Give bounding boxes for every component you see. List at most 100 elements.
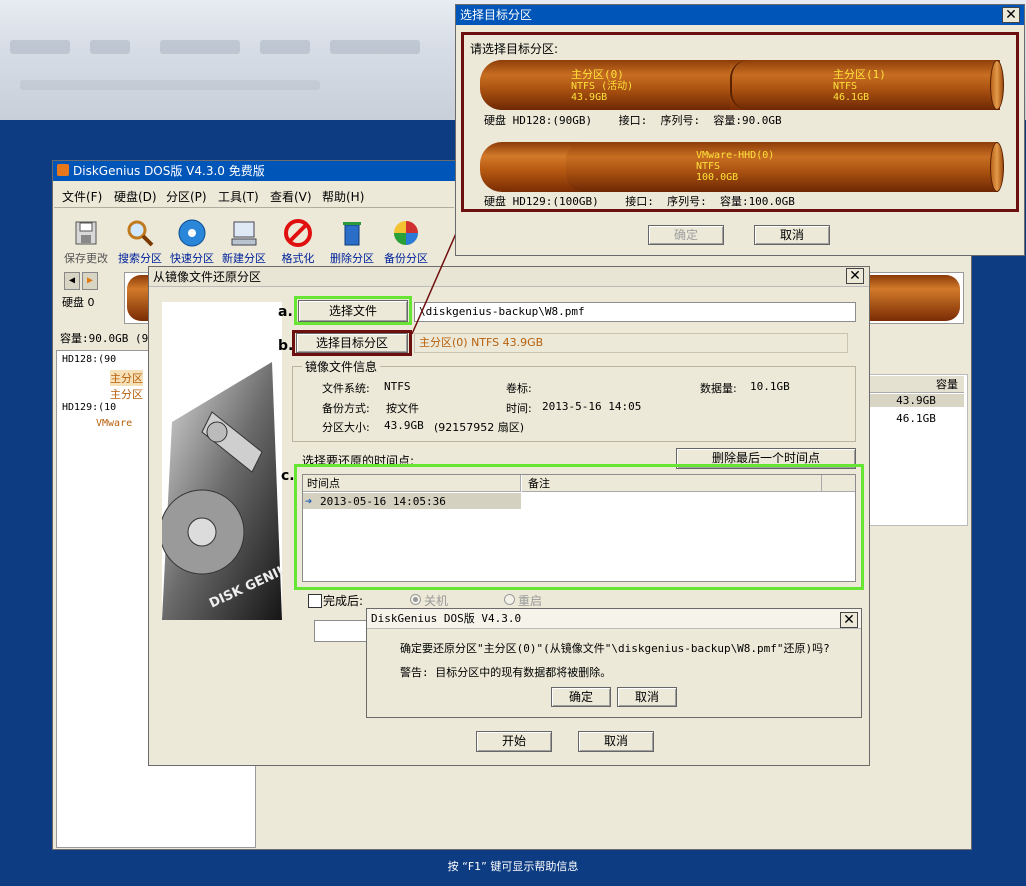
disk2-p0-fs: NTFS (696, 161, 721, 172)
restore-title: 从镜像文件还原分区 (153, 270, 262, 284)
disk2-cylinder-cap (990, 142, 1004, 192)
computer-icon (229, 218, 259, 248)
disk-cd-icon (177, 218, 207, 248)
sectors-value: (92157952 扇区) (434, 421, 525, 434)
menu-tools[interactable]: 工具(T) (218, 188, 259, 205)
tool-format-label: 格式化 (281, 252, 315, 265)
marker-c: c. (281, 468, 295, 484)
menu-help[interactable]: 帮助(H) (322, 188, 364, 205)
format-icon (283, 218, 313, 248)
confirm-cancel-button[interactable]: 取消 (617, 687, 677, 707)
after-done-checkbox[interactable] (308, 594, 322, 608)
file-path-field[interactable]: \diskgenius-backup\W8.pmf (414, 302, 856, 322)
image-info-group-title: 镜像文件信息 (302, 358, 381, 375)
table-header-capacity: 容量 (868, 376, 964, 393)
tool-search-label: 搜索分区 (118, 252, 162, 265)
data-size-label: 数据量: (700, 382, 737, 395)
tool-search-partition[interactable]: 搜索分区 (114, 218, 166, 266)
tool-format[interactable]: 格式化 (272, 218, 324, 266)
magnifier-icon (125, 218, 155, 248)
tool-new-label: 新建分区 (222, 252, 266, 265)
table-cap-0: 43.9GB (868, 394, 964, 407)
time-value: 2013-5-16 14:05 (542, 400, 642, 413)
confirm-message: 确定要还原分区"主分区(0)"(从镜像文件"\diskgenius-backup… (400, 642, 830, 655)
restore-close-button[interactable]: ✕ (846, 268, 864, 284)
data-size-value: 10.1GB (750, 380, 790, 393)
confirm-title: DiskGenius DOS版 V4.3.0 (371, 612, 522, 625)
diskgenius-art: DISK GENIUS (162, 302, 282, 620)
tool-save-label: 保存更改 (64, 252, 108, 265)
disk2-partition-0[interactable] (566, 142, 998, 192)
tool-delete-partition[interactable]: 删除分区 (326, 218, 378, 266)
backup-mode-value: 按文件 (386, 402, 419, 415)
confirm-dialog: DiskGenius DOS版 V4.3.0 (366, 608, 862, 718)
after-done-label: 完成后: (323, 594, 364, 608)
menu-view[interactable]: 查看(V) (270, 188, 312, 205)
disk1-cylinder-cap (990, 60, 1004, 110)
tree-hd128[interactable]: HD128:(90 (62, 354, 116, 365)
col-extra-header (822, 475, 855, 492)
col-note-header[interactable]: 备注 (522, 475, 822, 492)
disk1-p1-fs: NTFS (833, 81, 858, 92)
tool-save[interactable]: 保存更改 (60, 218, 112, 266)
select-file-button[interactable]: 选择文件 (298, 300, 408, 322)
table-cap-1: 46.1GB (896, 412, 936, 425)
restore-titlebar: 从镜像文件还原分区 (149, 267, 869, 287)
start-button[interactable]: 开始 (476, 731, 552, 752)
reboot-radio[interactable] (504, 594, 515, 605)
disk1-p0-fs: NTFS (活动) (571, 81, 634, 92)
hard-disk-image: DISK GENIUS (162, 362, 282, 620)
main-disk-label: 硬盘 0 (62, 296, 95, 309)
disk1-p0-size: 43.9GB (571, 92, 608, 103)
row-arrow-icon: ➔ (305, 494, 313, 508)
tree-hd129[interactable]: HD129:(10 (62, 402, 116, 413)
disk2-info: 硬盘 HD129:(100GB) 接口: 序列号: 容量:100.0GB (484, 195, 795, 208)
main-cyl-right (870, 275, 960, 321)
menu-partition[interactable]: 分区(P) (166, 188, 207, 205)
menu-disk[interactable]: 硬盘(D) (114, 188, 157, 205)
fs-label: 文件系统: (322, 382, 370, 395)
size-value: 43.9GB (384, 419, 424, 432)
arrow-right-icon[interactable]: ▶ (82, 272, 98, 290)
tree-partition-0[interactable]: 主分区 (110, 370, 143, 386)
disk1-p0-name: 主分区(0) (571, 68, 624, 81)
status-bar: 按 “F1” 键可显示帮助信息 (447, 860, 579, 873)
col-time-header[interactable]: 时间点 (303, 475, 521, 492)
tree-vmware[interactable]: VMware (96, 418, 132, 429)
arrow-left-icon[interactable]: ◀ (64, 272, 80, 290)
tree-partition-1[interactable]: 主分区 (110, 386, 143, 402)
shutdown-radio[interactable] (410, 594, 421, 605)
row-time-value: 2013-05-16 14:05:36 (320, 495, 446, 508)
main-title: DiskGenius DOS版 V4.3.0 免费版 (73, 164, 265, 178)
shutdown-label: 关机 (424, 594, 449, 608)
main-disk-nav: ◀ ▶ 硬盘 0 (60, 270, 120, 310)
app-logo-icon (57, 164, 69, 176)
select-target-button[interactable]: 选择目标分区 (296, 333, 408, 353)
disk1-p1-name: 主分区(1) (833, 68, 886, 81)
restore-cancel-button[interactable]: 取消 (578, 731, 654, 752)
confirm-warning: 警告: 目标分区中的现有数据都将被删除。 (400, 666, 612, 679)
target-cancel-button[interactable]: 取消 (754, 225, 830, 245)
size-label: 分区大小: (322, 421, 370, 434)
tool-delete-label: 删除分区 (330, 252, 374, 265)
confirm-close-button[interactable]: ✕ (840, 612, 858, 628)
marker-a: a. (278, 304, 293, 320)
backup-mode-label: 备份方式: (322, 402, 370, 415)
disk2-p0-name: VMware-HHD(0) (696, 150, 775, 161)
confirm-ok-button[interactable]: 确定 (551, 687, 611, 707)
target-close-button[interactable]: ✕ (1002, 7, 1020, 23)
menu-file[interactable]: 文件(F) (62, 188, 102, 205)
target-ok-button[interactable]: 确定 (648, 225, 724, 245)
tool-quick-label: 快速分区 (170, 252, 214, 265)
disk1-info: 硬盘 HD128:(90GB) 接口: 序列号: 容量:90.0GB (484, 114, 782, 127)
main-capacity: 容量:90.0GB (921 (60, 332, 162, 345)
reboot-label: 重启 (518, 594, 543, 608)
tool-new-partition[interactable]: 新建分区 (218, 218, 270, 266)
disk2-p0-size: 100.0GB (696, 172, 739, 183)
trash-icon (337, 218, 367, 248)
tool-quick-partition[interactable]: 快速分区 (166, 218, 218, 266)
fs-value: NTFS (384, 380, 411, 393)
save-icon (71, 218, 101, 248)
target-titlebar: 选择目标分区 (456, 5, 1024, 25)
time-label: 时间: (506, 402, 532, 415)
